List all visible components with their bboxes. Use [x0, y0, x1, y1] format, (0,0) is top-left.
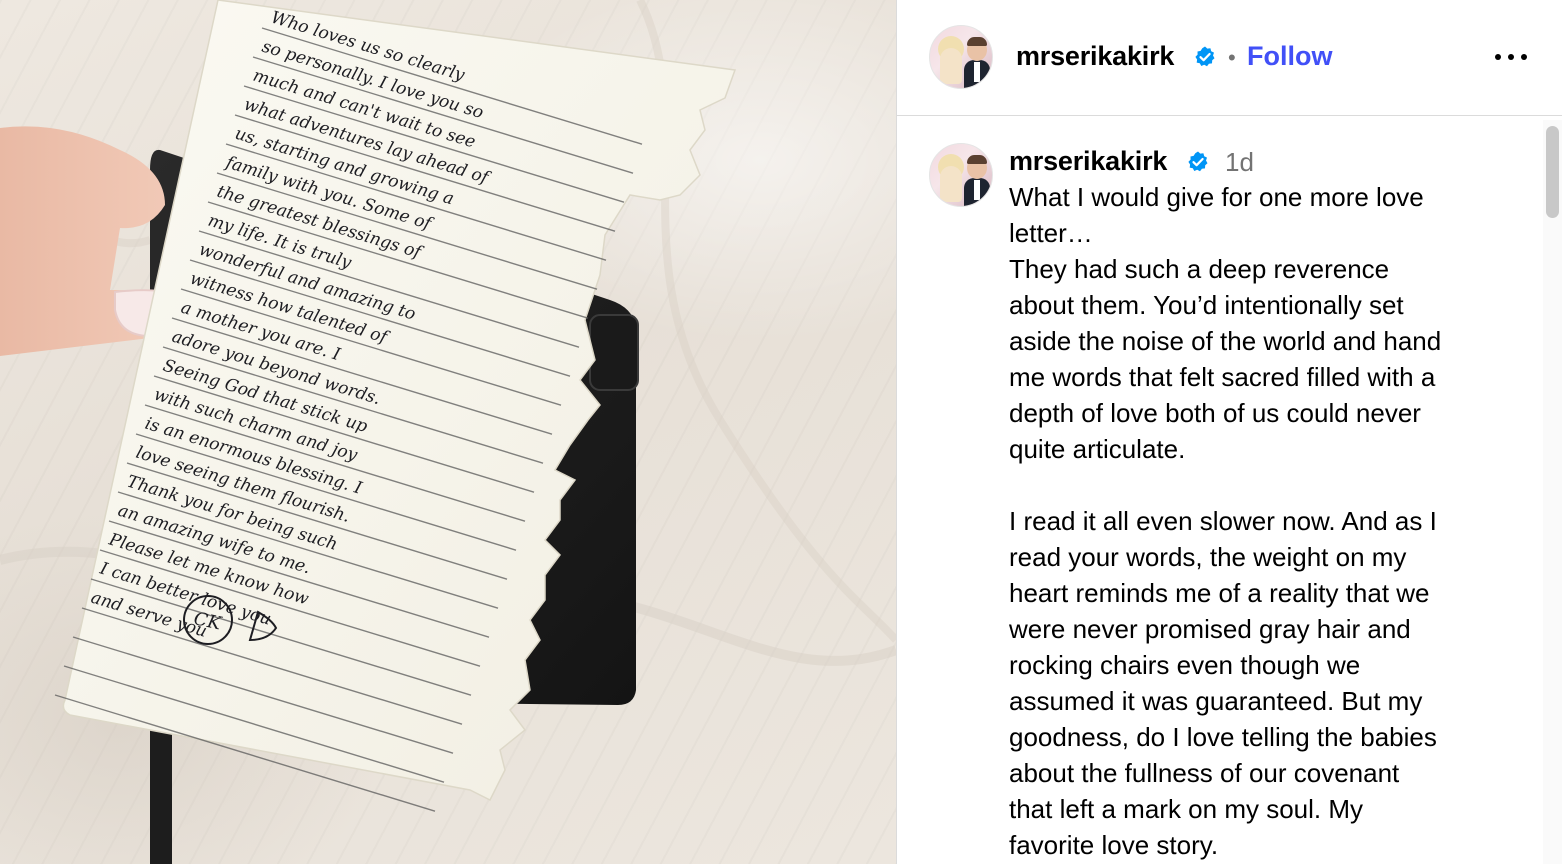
caption-username[interactable]: mrserikakirk	[1009, 146, 1167, 177]
scrollbar-track[interactable]	[1543, 120, 1562, 864]
profile-avatar[interactable]	[929, 25, 993, 89]
caption-line: aside the noise of the world and hand	[1009, 326, 1442, 356]
caption-line: depth of love both of us could never	[1009, 398, 1421, 428]
caption-line: heart reminds me of a reality that we	[1009, 578, 1430, 608]
caption-line: that left a mark on my soul. My	[1009, 794, 1364, 824]
caption-line: assumed it was guaranteed. But my	[1009, 686, 1423, 716]
caption-section: mrserikakirk 1d What I would give for on…	[897, 117, 1562, 864]
photo-illustration: Who loves us so clearlyso personally. I …	[0, 0, 896, 864]
separator-dot: •	[1228, 45, 1236, 70]
caption-avatar[interactable]	[929, 143, 993, 207]
caption-line: about them. You’d intentionally set	[1009, 290, 1404, 320]
caption-line: I read it all even slower now. And as I	[1009, 506, 1437, 536]
caption-line: What I would give for one more love	[1009, 182, 1424, 212]
post-photo: Who loves us so clearly so personally. I …	[0, 0, 896, 864]
caption-line: quite articulate.	[1009, 434, 1186, 464]
caption-line: read your words, the weight on my	[1009, 542, 1407, 572]
follow-button[interactable]: Follow	[1247, 41, 1332, 72]
caption-verified-badge-icon	[1188, 151, 1208, 172]
header-username[interactable]: mrserikakirk	[1016, 41, 1174, 72]
post-header: mrserikakirk • Follow	[897, 0, 1562, 116]
caption-line: about the fullness of our covenant	[1009, 758, 1400, 788]
caption-line: rocking chairs even though we	[1009, 650, 1361, 680]
more-options-icon[interactable]	[1493, 47, 1529, 67]
caption-line: They had such a deep reverence	[1009, 254, 1390, 284]
caption-line: letter…	[1009, 218, 1093, 248]
caption-line: me words that felt sacred filled with a	[1009, 362, 1436, 392]
verified-badge-icon	[1195, 46, 1215, 67]
caption-line: were never promised gray hair and	[1009, 614, 1411, 644]
caption-line: goodness, do I love telling the babies	[1009, 722, 1437, 752]
post-timestamp[interactable]: 1d	[1225, 147, 1254, 178]
caption-text: What I would give for one more love lette…	[1009, 179, 1509, 863]
caption-blank-line	[1009, 467, 1509, 503]
caption-line: favorite love story.	[1009, 830, 1219, 860]
scrollbar-thumb[interactable]	[1546, 126, 1559, 218]
